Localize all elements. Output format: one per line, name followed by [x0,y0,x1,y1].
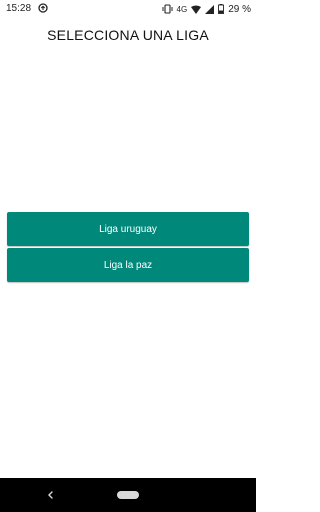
navigation-bar [0,478,256,512]
home-pill-icon[interactable] [117,491,139,499]
page-title: SELECCIONA UNA LIGA [47,27,209,43]
status-bar: 15:28 4G 29 % [0,0,256,18]
status-icons: 4G 29 % [162,2,251,16]
battery-icon [218,4,225,14]
signal-icon [205,4,215,14]
wifi-icon [191,5,202,14]
screen: 15:28 4G 29 % SELECCIONA UNA LIGA Liga u… [0,0,256,512]
network-type: 4G [176,4,188,14]
vibrate-icon [162,4,173,14]
back-icon[interactable] [44,487,58,503]
battery-percentage: 29 % [228,3,251,15]
league-button-uruguay[interactable]: Liga uruguay [7,212,249,246]
league-button-la-paz[interactable]: Liga la paz [7,248,249,282]
app-notification-icon [38,3,48,13]
status-time: 15:28 [6,3,32,14]
